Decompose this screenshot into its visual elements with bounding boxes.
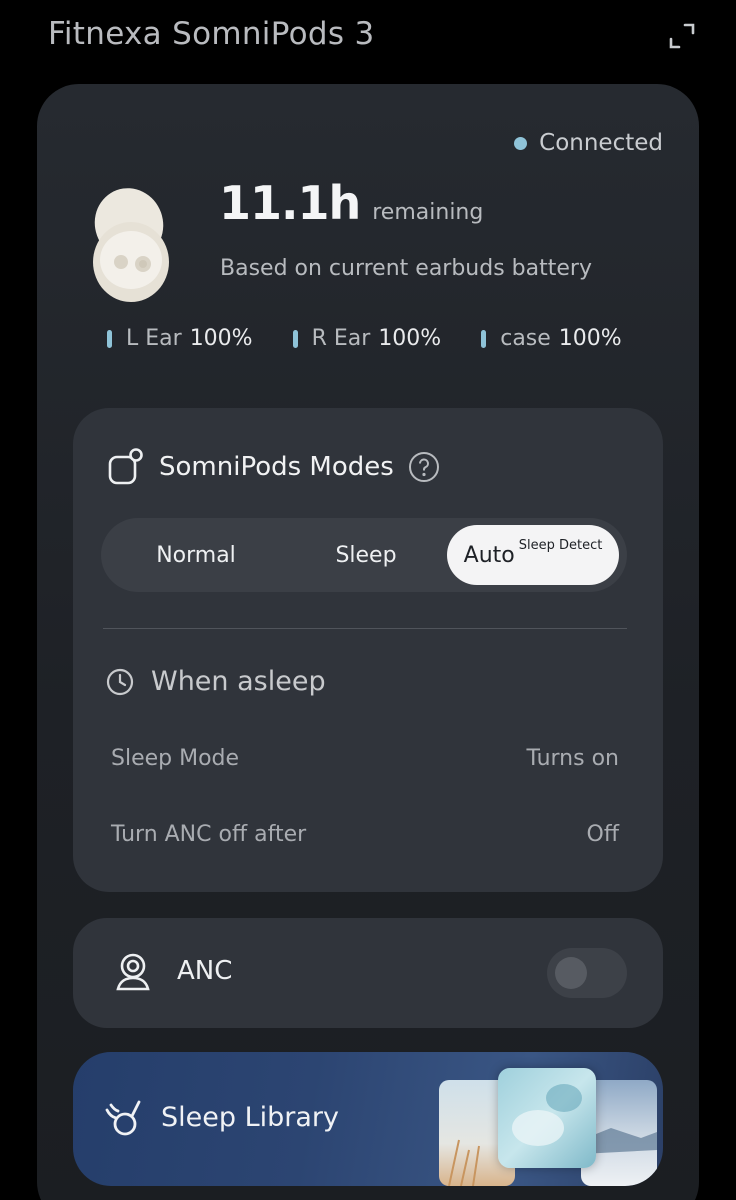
clock-icon [106, 668, 134, 695]
toggle-knob [555, 957, 587, 989]
top-bar: Fitnexa SomniPods 3 [48, 14, 696, 58]
setting-value: Turns on [526, 746, 619, 771]
sleep-library-icon [105, 1100, 141, 1136]
battery-level-value: 100% [558, 326, 622, 351]
mode-auto-superscript: Sleep Detect [518, 537, 603, 553]
anc-toggle[interactable] [547, 948, 627, 998]
battery-subtitle: Based on current earbuds battery [220, 256, 592, 281]
setting-row-anc-off[interactable]: Turn ANC off after Off [111, 822, 619, 847]
battery-level-right: R Ear 100% [292, 326, 442, 351]
battery-level-value: 100% [189, 326, 253, 351]
earbuds-case-image [93, 188, 169, 302]
battery-level-left: L Ear 100% [107, 326, 253, 351]
battery-suffix: remaining [372, 200, 484, 225]
connection-status: Connected [514, 130, 663, 156]
when-asleep-header: When asleep [105, 666, 326, 697]
modes-icon [108, 448, 143, 485]
mode-selector: Normal Sleep Auto Sleep Detect [101, 518, 627, 592]
mode-auto-label: Auto [463, 542, 515, 568]
setting-row-sleep-mode[interactable]: Sleep Mode Turns on [111, 746, 619, 771]
battery-bar-icon [481, 329, 487, 348]
battery-levels: L Ear 100% R Ear 100% case 100% [107, 326, 622, 351]
when-asleep-title: When asleep [151, 666, 326, 697]
expand-icon[interactable] [668, 22, 696, 50]
battery-level-label: R Ear [311, 326, 371, 351]
library-thumbnail [498, 1068, 596, 1168]
app-title: Fitnexa SomniPods 3 [48, 16, 375, 52]
battery-hours: 11.1h [219, 176, 361, 230]
anc-icon [116, 953, 150, 991]
status-text: Connected [539, 130, 663, 156]
battery-summary: 11.1h remaining [219, 176, 483, 230]
mode-auto[interactable]: Auto Sleep Detect [447, 525, 619, 585]
battery-bar-icon [292, 329, 298, 348]
battery-bar-icon [107, 329, 112, 348]
battery-level-label: L Ear [126, 326, 182, 351]
sleep-library-card[interactable]: Sleep Library [73, 1052, 663, 1186]
battery-level-value: 100% [378, 326, 442, 351]
modes-title: SomniPods Modes [159, 452, 394, 482]
sleep-library-label: Sleep Library [161, 1102, 339, 1133]
divider [103, 628, 627, 629]
mode-normal[interactable]: Normal [121, 518, 271, 592]
anc-card: ANC [73, 918, 663, 1028]
modes-header: SomniPods Modes [107, 448, 440, 486]
help-icon[interactable] [408, 451, 440, 483]
mode-sleep[interactable]: Sleep [291, 518, 441, 592]
setting-label: Turn ANC off after [111, 822, 307, 847]
device-card: Connected 11.1h remaining Based on curre… [37, 84, 699, 1200]
anc-label: ANC [177, 956, 233, 986]
setting-label: Sleep Mode [111, 746, 240, 771]
setting-value: Off [586, 822, 619, 847]
modes-card: SomniPods Modes Normal Sleep Auto Sleep D… [73, 408, 663, 892]
battery-level-case: case 100% [481, 326, 622, 351]
status-dot [514, 136, 528, 150]
battery-level-label: case [500, 326, 551, 351]
